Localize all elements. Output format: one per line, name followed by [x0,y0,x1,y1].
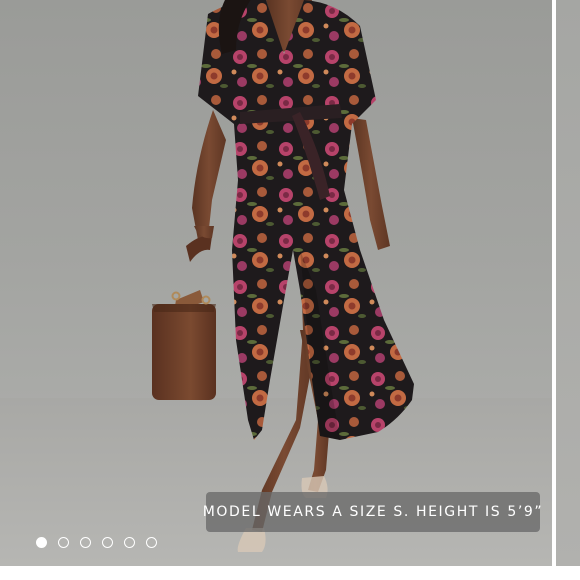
model-photo [152,0,414,552]
carousel-dot-4[interactable] [102,537,113,548]
carousel-dot-1[interactable] [36,537,47,548]
carousel-dot-3[interactable] [80,537,91,548]
next-slide-peek[interactable] [556,0,580,566]
product-photo-slide[interactable]: MODEL WEARS A SIZE S. HEIGHT IS 5’9” [0,0,552,566]
carousel-pagination [36,537,157,548]
model-size-caption: MODEL WEARS A SIZE S. HEIGHT IS 5’9” [203,492,542,532]
carousel-dot-6[interactable] [146,537,157,548]
carousel-dot-2[interactable] [58,537,69,548]
product-image-carousel[interactable]: MODEL WEARS A SIZE S. HEIGHT IS 5’9” [0,0,580,566]
carousel-dot-5[interactable] [124,537,135,548]
model-size-caption-text: MODEL WEARS A SIZE S. HEIGHT IS 5’9” [202,504,544,520]
